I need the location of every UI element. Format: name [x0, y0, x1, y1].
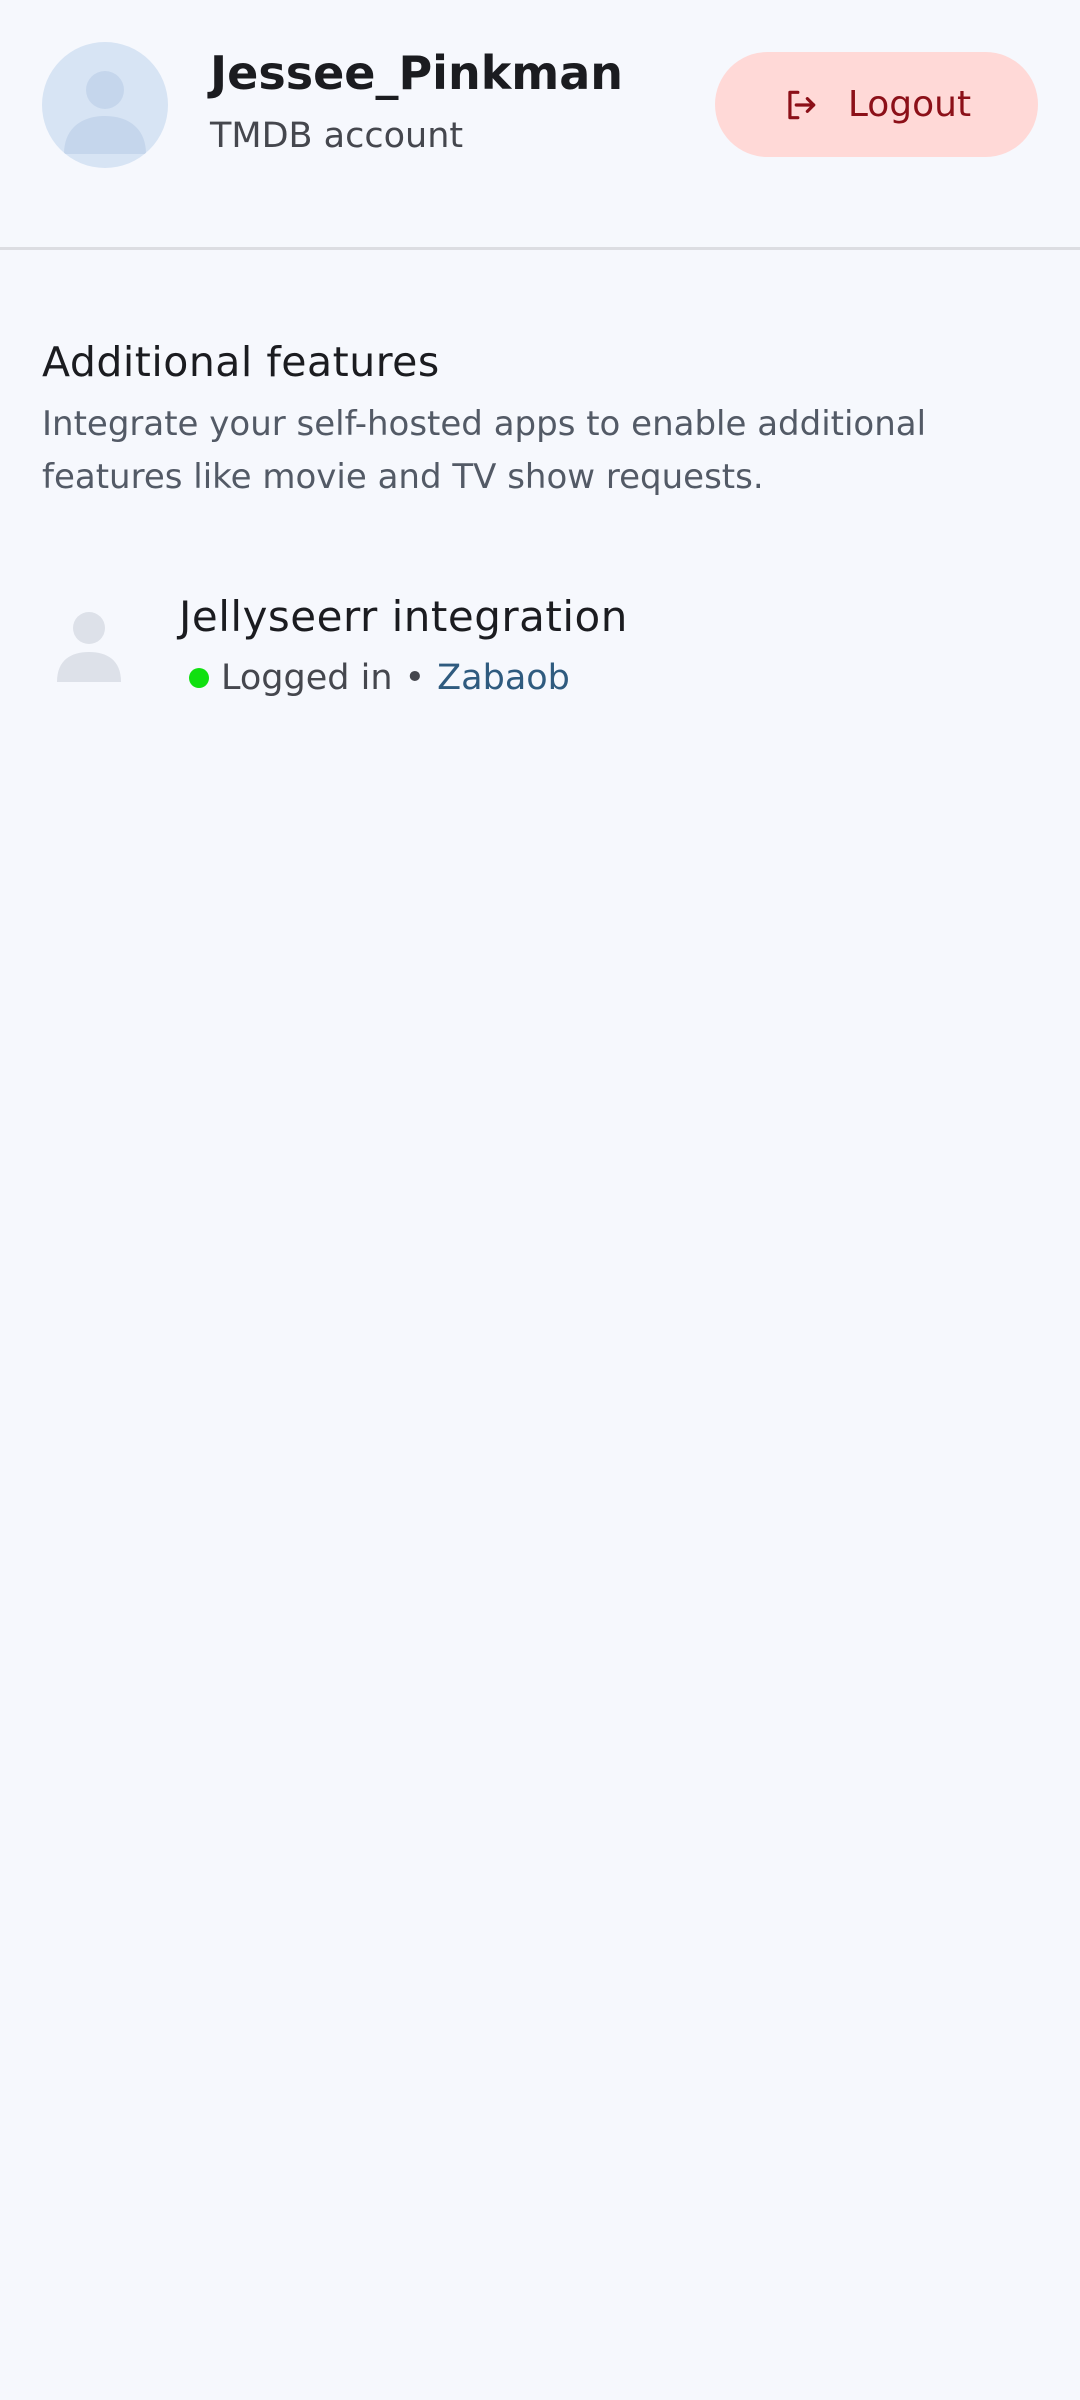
account-type: TMDB account [210, 116, 464, 156]
section-description: Integrate your self-hosted apps to enabl… [42, 404, 927, 497]
status-dot-icon [189, 668, 209, 688]
integration-title: Jellyseerr integration [179, 592, 628, 641]
section-title: Additional features [42, 338, 440, 386]
integration-username: Zabaob [437, 658, 570, 698]
username: Jessee_Pinkman [210, 46, 624, 100]
jellyseerr-integration-item[interactable]: Jellyseerr integration Logged in • Zabao… [0, 580, 1080, 720]
status-text: Logged in [221, 658, 393, 698]
logout-label: Logout [847, 84, 972, 125]
logout-icon [788, 90, 816, 119]
person-icon [64, 71, 146, 154]
profile-header: Jessee_Pinkman TMDB account Logout [0, 0, 1080, 250]
avatar [42, 42, 168, 168]
integration-status: Logged in • Zabaob [189, 658, 570, 698]
status-separator: • [404, 658, 426, 698]
logout-button[interactable]: Logout [715, 52, 1038, 157]
person-icon [55, 608, 123, 682]
